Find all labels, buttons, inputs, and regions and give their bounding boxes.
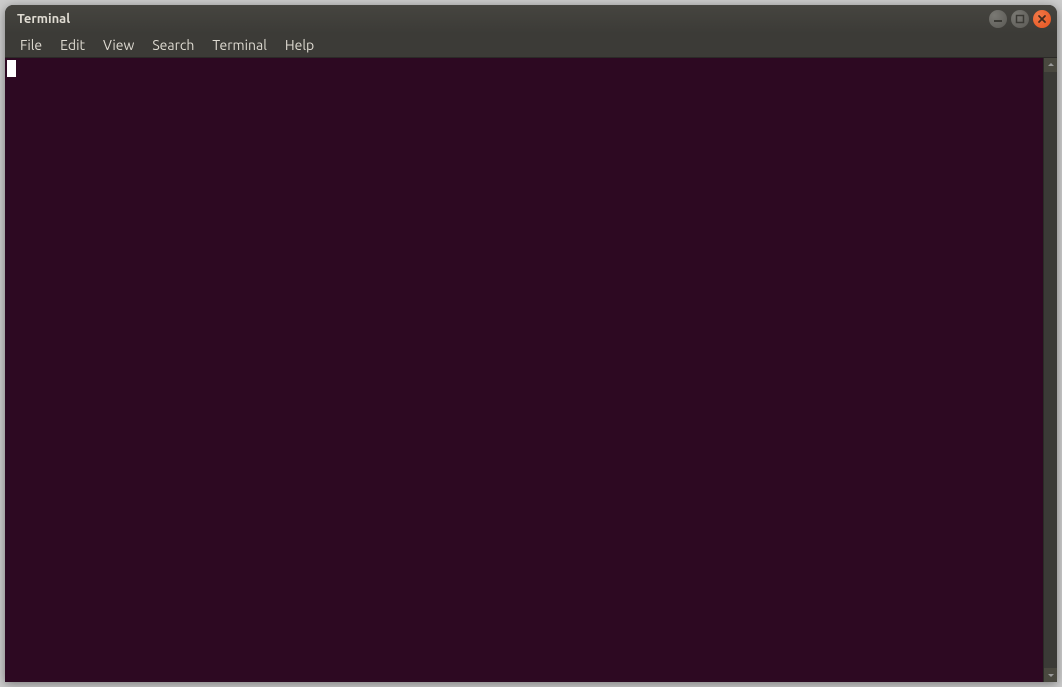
menu-view[interactable]: View: [94, 34, 143, 56]
close-button[interactable]: [1033, 10, 1051, 28]
maximize-button[interactable]: [1011, 10, 1029, 28]
minimize-icon: [993, 14, 1003, 24]
menu-file[interactable]: File: [11, 34, 51, 56]
terminal-cursor: [7, 60, 16, 77]
menu-search[interactable]: Search: [143, 34, 203, 56]
close-icon: [1037, 14, 1047, 24]
minimize-button[interactable]: [989, 10, 1007, 28]
scroll-down-button[interactable]: [1044, 668, 1057, 682]
terminal-window: Terminal File Edit View Search Terminal …: [5, 5, 1057, 682]
chevron-up-icon: [1047, 61, 1055, 69]
window-controls: [989, 10, 1051, 28]
scroll-up-button[interactable]: [1044, 58, 1057, 72]
window-title: Terminal: [17, 12, 70, 26]
titlebar[interactable]: Terminal: [5, 5, 1057, 33]
menubar: File Edit View Search Terminal Help: [5, 33, 1057, 58]
menu-help[interactable]: Help: [276, 34, 323, 56]
menu-edit[interactable]: Edit: [51, 34, 94, 56]
menu-terminal[interactable]: Terminal: [203, 34, 276, 56]
scroll-track[interactable]: [1044, 72, 1057, 668]
terminal-body: [5, 58, 1057, 682]
vertical-scrollbar[interactable]: [1043, 58, 1057, 682]
maximize-icon: [1015, 14, 1025, 24]
chevron-down-icon: [1047, 671, 1055, 679]
terminal-content[interactable]: [5, 58, 1043, 682]
